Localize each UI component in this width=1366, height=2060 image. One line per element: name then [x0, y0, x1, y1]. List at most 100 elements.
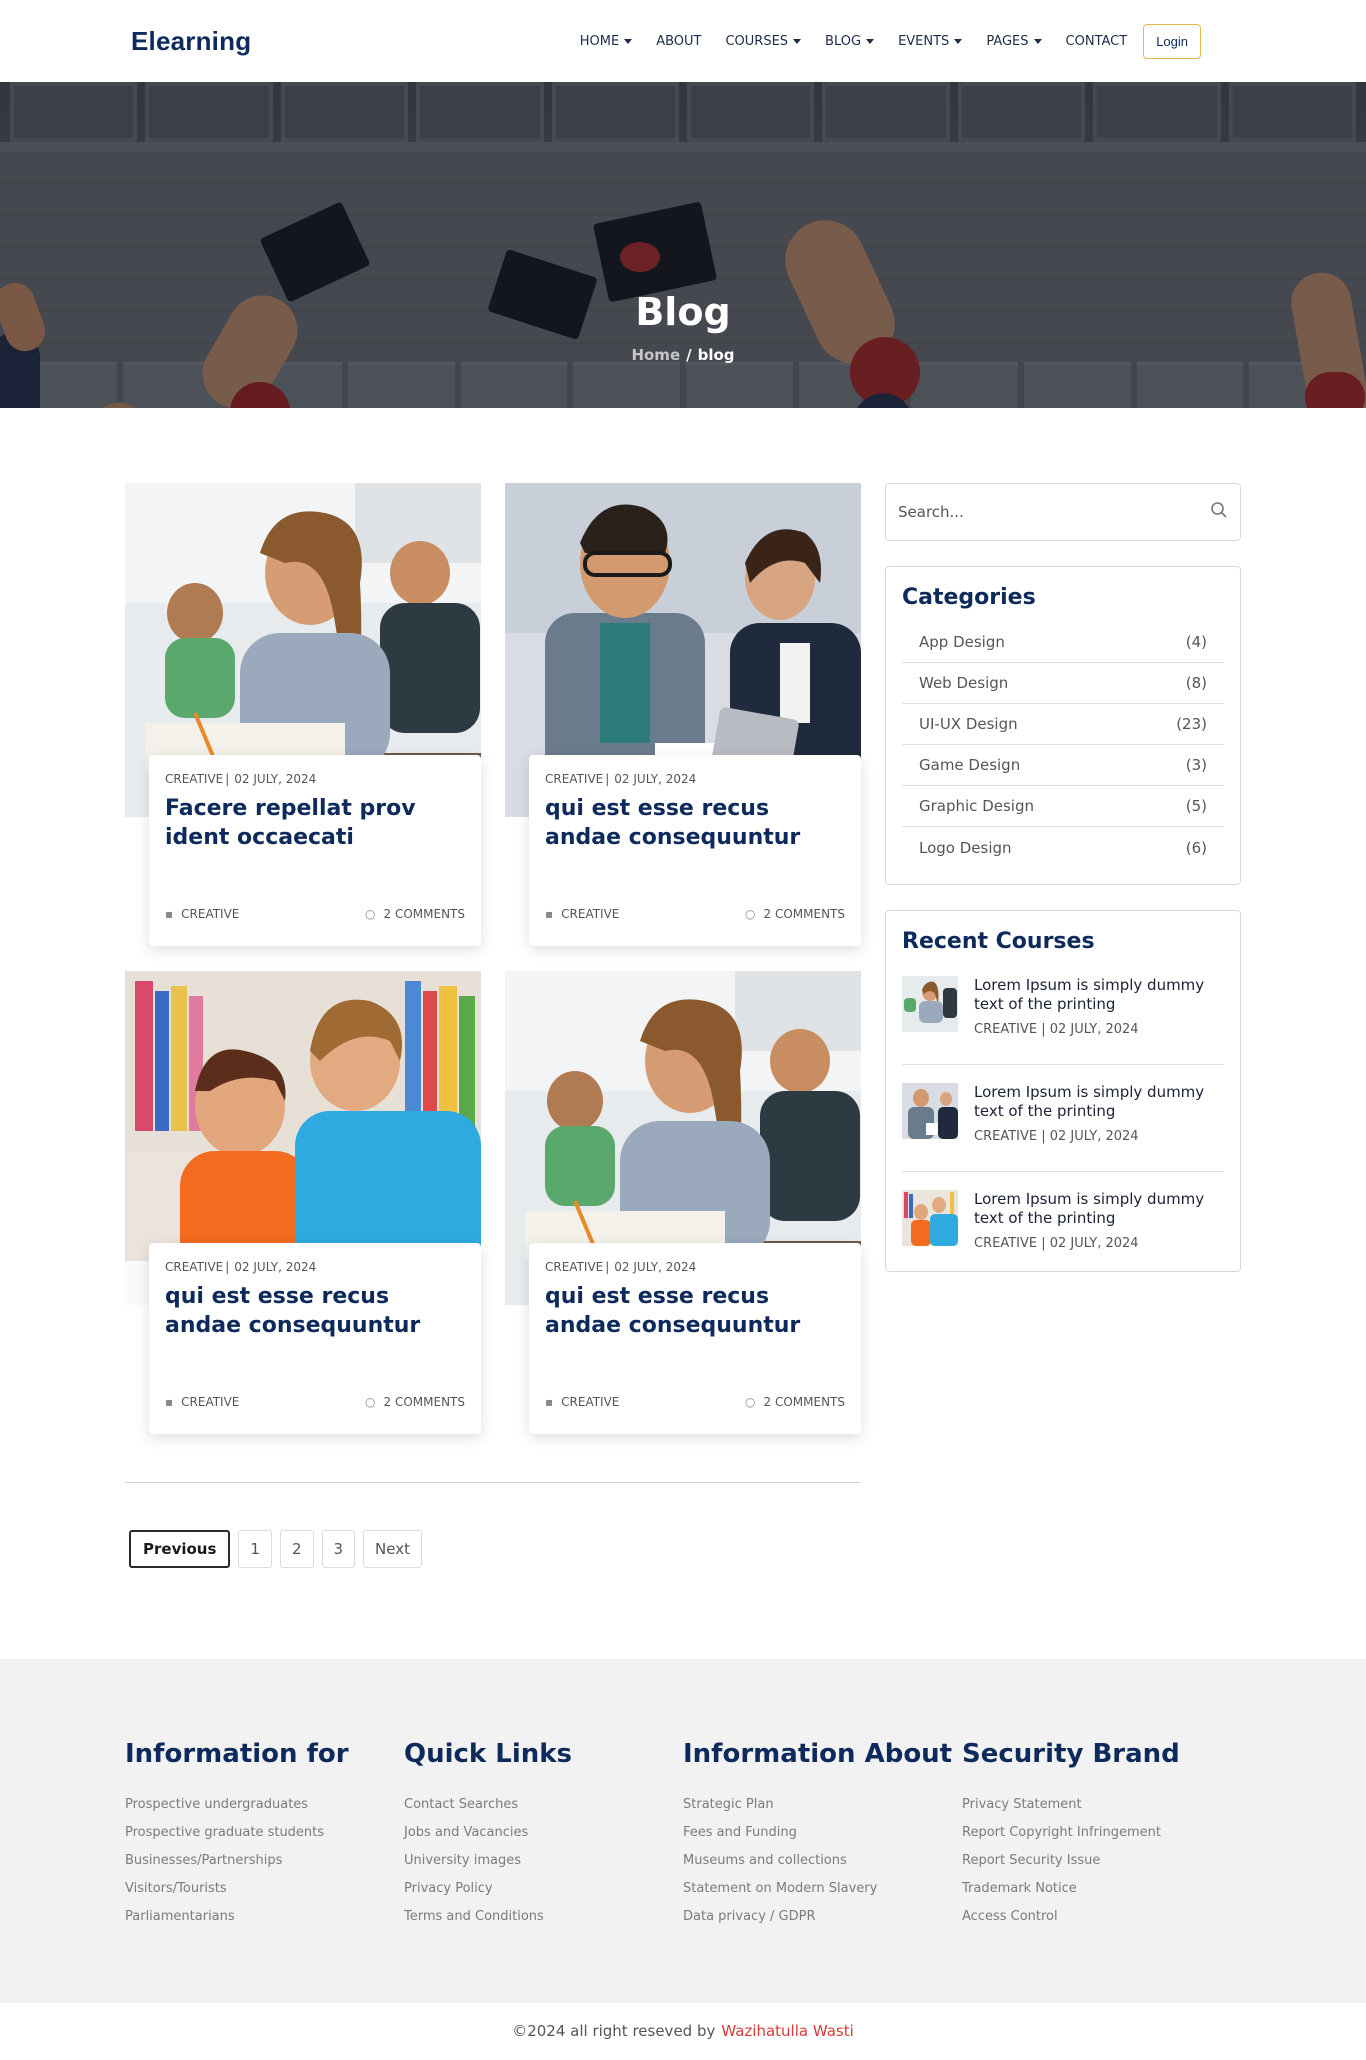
nav-item-about[interactable]: ABOUT [656, 34, 701, 49]
post-category[interactable]: CREATIVE [545, 1260, 603, 1274]
footer-link[interactable]: Parliamentarians [125, 1903, 404, 1931]
footer-link[interactable]: Privacy Statement [962, 1791, 1241, 1819]
nav-item-home[interactable]: HOME [579, 33, 633, 49]
footer-link[interactable]: Report Security Issue [962, 1847, 1241, 1875]
footer-link[interactable]: Report Copyright Infringement [962, 1819, 1241, 1847]
category-name: Web Design [919, 674, 1009, 692]
category-count: (8) [1185, 674, 1207, 692]
category-item[interactable]: App Design (4) [902, 622, 1224, 663]
footer-link[interactable]: Prospective undergraduates [125, 1791, 404, 1819]
post-comments-count: 2 COMMENTS [763, 1395, 846, 1409]
recent-course-title[interactable]: Lorem Ipsum is simply dummy text of the … [974, 976, 1224, 1014]
recent-course-title[interactable]: Lorem Ipsum is simply dummy text of the … [974, 1190, 1224, 1228]
blog-post-card[interactable]: CREATIVE | 02 JULY, 2024 qui est esse recu… [125, 971, 481, 1434]
brand-logo[interactable]: Elearning [131, 26, 251, 57]
category-item[interactable]: Web Design (8) [902, 663, 1224, 704]
post-footer: ▪ CREATIVE ○ 2 COMMENTS [545, 907, 845, 921]
post-category[interactable]: CREATIVE [165, 1260, 223, 1274]
footer-link[interactable]: Trademark Notice [962, 1875, 1241, 1903]
blog-post-card[interactable]: CREATIVE | 02 JULY, 2024 qui est esse recu… [505, 483, 861, 946]
post-title[interactable]: qui est esse recus andae consequuntur [545, 1282, 845, 1362]
category-name: Graphic Design [919, 797, 1034, 815]
author-link[interactable]: Wazihatulla Wasti [721, 2022, 853, 2040]
recent-course-title[interactable]: Lorem Ipsum is simply dummy text of the … [974, 1083, 1224, 1121]
breadcrumb-current: blog [697, 346, 735, 364]
post-tag[interactable]: ▪ CREATIVE [545, 907, 619, 921]
nav-item-label: ABOUT [656, 33, 702, 49]
nav-item-blog[interactable]: BLOG [825, 33, 875, 49]
footer-link[interactable]: Visitors/Tourists [125, 1875, 404, 1903]
footer-link[interactable]: Businesses/Partnerships [125, 1847, 404, 1875]
category-count: (3) [1185, 756, 1207, 774]
nav-item-contact[interactable]: CONTACT [1066, 34, 1128, 49]
pagination-next-button[interactable]: Next [363, 1530, 422, 1568]
pagination-page-2[interactable]: 2 [279, 1530, 314, 1568]
post-title[interactable]: qui est esse recus andae consequuntur [545, 794, 845, 874]
footer-link[interactable]: Privacy Policy [404, 1875, 683, 1903]
category-item[interactable]: Logo Design (6) [902, 827, 1224, 868]
post-title[interactable]: qui est esse recus andae consequuntur [165, 1282, 465, 1362]
post-title[interactable]: Facere repellat prov ident occaecati [165, 794, 465, 874]
post-tag-label: CREATIVE [561, 907, 620, 921]
search-icon[interactable] [1210, 501, 1228, 523]
recent-course-date: 02 JULY, 2024 [1049, 1236, 1139, 1251]
pagination-page-3[interactable]: 3 [321, 1530, 356, 1568]
footer-link[interactable]: Terms and Conditions [404, 1903, 683, 1931]
post-comments-link[interactable]: ○ 2 COMMENTS [365, 1395, 465, 1409]
calendar-icon: ▪ [165, 907, 174, 921]
footer-link[interactable]: Museums and collections [683, 1847, 962, 1875]
post-tag[interactable]: ▪ CREATIVE [545, 1395, 619, 1409]
footer-link[interactable]: Statement on Modern Slavery [683, 1875, 962, 1903]
footer-link[interactable]: Access Control [962, 1903, 1241, 1931]
post-comments-link[interactable]: ○ 2 COMMENTS [745, 1395, 845, 1409]
footer-column-title: Information for [125, 1739, 349, 1769]
post-comments-link[interactable]: ○ 2 COMMENTS [365, 907, 465, 921]
post-date: 02 JULY, 2024 [234, 772, 317, 786]
nav-item-label: BLOG [825, 33, 862, 49]
footer-link[interactable]: Jobs and Vacancies [404, 1819, 683, 1847]
post-tag[interactable]: ▪ CREATIVE [165, 1395, 239, 1409]
search-input[interactable] [898, 503, 1178, 521]
post-meta: CREATIVE | 02 JULY, 2024 [545, 1260, 697, 1274]
footer-link[interactable]: Data privacy / GDPR [683, 1903, 962, 1931]
post-category[interactable]: CREATIVE [165, 772, 223, 786]
footer-link[interactable]: Contact Searches [404, 1791, 683, 1819]
post-comments-link[interactable]: ○ 2 COMMENTS [745, 907, 845, 921]
login-button[interactable]: Login [1143, 23, 1201, 59]
recent-course-thumbnail[interactable] [902, 1190, 958, 1246]
post-footer: ▪ CREATIVE ○ 2 COMMENTS [545, 1395, 845, 1409]
post-comments-count: 2 COMMENTS [383, 907, 466, 921]
blog-post-card[interactable]: CREATIVE | 02 JULY, 2024 Facere repellat p… [125, 483, 481, 946]
site-footer: Information for Prospective undergraduat… [0, 1659, 1366, 2003]
category-item[interactable]: Game Design (3) [902, 745, 1224, 786]
blog-post-grid: CREATIVE | 02 JULY, 2024 Facere repellat p… [125, 483, 861, 1434]
breadcrumb-home-link[interactable]: Home [631, 346, 680, 364]
nav-item-pages[interactable]: PAGES [986, 34, 1042, 49]
recent-course-item[interactable]: Lorem Ipsum is simply dummy text of the … [902, 976, 1224, 1065]
category-item[interactable]: UI-UX Design (23) [902, 704, 1224, 745]
footer-link[interactable]: Prospective graduate students [125, 1819, 404, 1847]
pagination-previous-button[interactable]: Previous [129, 1530, 231, 1568]
nav-item-courses[interactable]: COURSES [725, 34, 802, 49]
footer-link[interactable]: Fees and Funding [683, 1819, 962, 1847]
category-item[interactable]: Graphic Design (5) [902, 786, 1224, 827]
recent-course-meta: CREATIVE | 02 JULY, 2024 [974, 1022, 1139, 1037]
footer-link[interactable]: Strategic Plan [683, 1791, 962, 1819]
category-name: App Design [919, 633, 1005, 651]
footer-column: Security Brand Privacy Statement Report … [962, 1739, 1241, 2003]
recent-course-item[interactable]: Lorem Ipsum is simply dummy text of the … [902, 1190, 1224, 1255]
blog-post-card[interactable]: CREATIVE | 02 JULY, 2024 qui est esse recu… [505, 971, 861, 1434]
post-body: CREATIVE | 02 JULY, 2024 Facere repellat p… [149, 755, 481, 946]
caret-down-icon [954, 38, 963, 44]
recent-course-thumbnail[interactable] [902, 976, 958, 1032]
pagination-page-1[interactable]: 1 [238, 1530, 272, 1568]
nav-item-label: HOME [579, 33, 620, 49]
footer-link[interactable]: University images [404, 1847, 683, 1875]
post-tag[interactable]: ▪ CREATIVE [165, 907, 239, 921]
nav-item-events[interactable]: EVENTS [898, 34, 963, 49]
comment-icon: ○ [365, 907, 376, 921]
recent-course-item[interactable]: Lorem Ipsum is simply dummy text of the … [902, 1083, 1224, 1172]
recent-course-thumbnail[interactable] [902, 1083, 958, 1139]
post-category[interactable]: CREATIVE [545, 772, 603, 786]
comment-icon: ○ [365, 1395, 376, 1409]
